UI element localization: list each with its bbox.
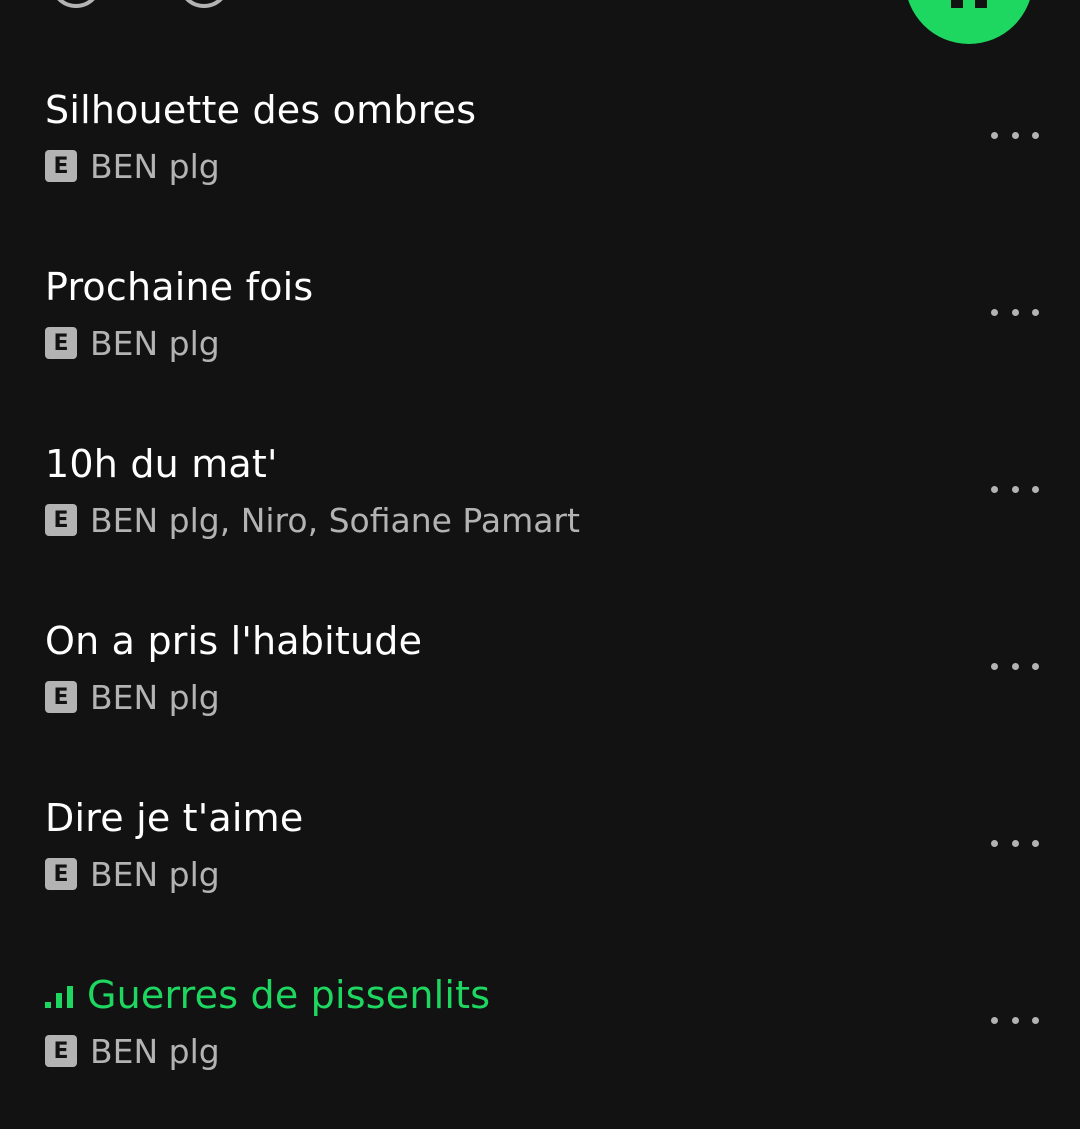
more-dots-icon bbox=[991, 1016, 998, 1024]
track-row[interactable]: Silhouette des ombres E BEN plg bbox=[0, 80, 1080, 257]
track-title-playing: Guerres de pissenlits bbox=[45, 973, 490, 1017]
track-row[interactable]: Dire je t'aime E BEN plg bbox=[0, 788, 1080, 965]
track-title: 10h du mat' bbox=[45, 442, 278, 486]
track-title: Prochaine fois bbox=[45, 265, 314, 309]
track-subtitle: E BEN plg bbox=[45, 323, 220, 363]
playlist-controls bbox=[0, 0, 1080, 60]
pause-button[interactable] bbox=[905, 0, 1033, 44]
track-artist: BEN plg bbox=[90, 854, 220, 894]
track-title: Silhouette des ombres bbox=[45, 88, 477, 132]
explicit-badge: E bbox=[45, 858, 77, 890]
track-more-button[interactable] bbox=[985, 828, 1045, 858]
track-subtitle: E BEN plg bbox=[45, 854, 220, 894]
explicit-badge: E bbox=[45, 681, 77, 713]
explicit-badge: E bbox=[45, 327, 77, 359]
more-dots-icon bbox=[991, 839, 998, 847]
track-more-button[interactable] bbox=[985, 297, 1045, 327]
playlist-page: Silhouette des ombres E BEN plg Prochain… bbox=[0, 0, 1080, 1129]
track-subtitle: E BEN plg bbox=[45, 146, 220, 186]
track-artist: BEN plg, Niro, Sofiane Pamart bbox=[90, 500, 580, 540]
track-row-now-playing[interactable]: Guerres de pissenlits E BEN plg bbox=[0, 965, 1080, 1129]
track-title: Dire je t'aime bbox=[45, 796, 304, 840]
more-dots-icon bbox=[991, 485, 998, 493]
track-subtitle: E BEN plg, Niro, Sofiane Pamart bbox=[45, 500, 580, 540]
download-icon[interactable] bbox=[50, 0, 102, 8]
shuffle-icon[interactable] bbox=[778, 0, 848, 10]
track-artist: BEN plg bbox=[90, 677, 220, 717]
track-row[interactable]: Prochaine fois E BEN plg bbox=[0, 257, 1080, 434]
track-artist: BEN plg bbox=[90, 146, 220, 186]
track-more-button[interactable] bbox=[985, 651, 1045, 681]
track-more-button[interactable] bbox=[985, 474, 1045, 504]
track-title-text: Guerres de pissenlits bbox=[87, 973, 491, 1017]
more-dots-icon bbox=[991, 662, 998, 670]
track-subtitle: E BEN plg bbox=[45, 1031, 220, 1071]
track-list: Silhouette des ombres E BEN plg Prochain… bbox=[0, 80, 1080, 1129]
track-artist: BEN plg bbox=[90, 1031, 220, 1071]
more-dots-icon bbox=[991, 131, 998, 139]
explicit-badge: E bbox=[45, 1035, 77, 1067]
track-row[interactable]: On a pris l'habitude E BEN plg bbox=[0, 611, 1080, 788]
more-options-icon[interactable] bbox=[178, 0, 230, 8]
explicit-badge: E bbox=[45, 150, 77, 182]
track-row[interactable]: 10h du mat' E BEN plg, Niro, Sofiane Pam… bbox=[0, 434, 1080, 611]
explicit-badge: E bbox=[45, 504, 77, 536]
track-title: On a pris l'habitude bbox=[45, 619, 423, 663]
track-artist: BEN plg bbox=[90, 323, 220, 363]
track-more-button[interactable] bbox=[985, 1005, 1045, 1035]
track-subtitle: E BEN plg bbox=[45, 677, 220, 717]
now-playing-equalizer-icon bbox=[45, 984, 77, 1008]
more-dots-icon bbox=[991, 308, 998, 316]
track-more-button[interactable] bbox=[985, 120, 1045, 150]
pause-icon bbox=[951, 0, 987, 8]
